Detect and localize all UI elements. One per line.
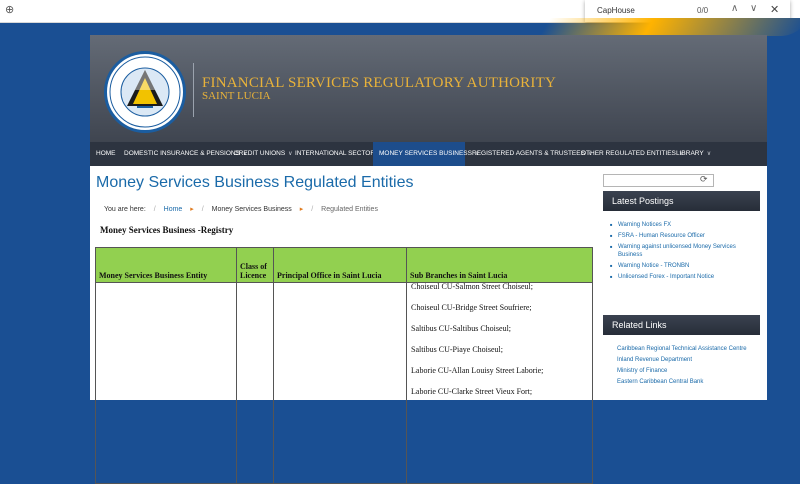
- col-licence-class: Class of Licence: [236, 247, 274, 283]
- breadcrumb-home[interactable]: Home: [164, 206, 183, 213]
- breadcrumb-section[interactable]: Money Services Business: [212, 206, 292, 213]
- branch-item: Laborie CU-Clarke Street Vieux Fort;: [411, 387, 533, 396]
- nav-home[interactable]: HOME: [90, 142, 116, 166]
- search-icon[interactable]: ⟳: [700, 174, 708, 185]
- org-subtitle: SAINT LUCIA: [202, 90, 271, 102]
- breadcrumb-arrow-icon: ▸: [299, 206, 304, 213]
- main-nav: HOME DOMESTIC INSURANCE & PENSIONS ∨ CRED…: [90, 142, 767, 166]
- col-entity: Money Services Business Entity: [95, 247, 237, 283]
- registry-table: Money Services Business Entity Class of …: [95, 247, 593, 484]
- nav-library[interactable]: LIBRARY ∨: [670, 142, 711, 166]
- cell-principal: [273, 282, 407, 484]
- col-principal-office: Principal Office in Saint Lucia: [273, 247, 407, 283]
- branch-item: Choiseul CU-Bridge Street Soufriere;: [411, 303, 532, 312]
- cell-branches: Choiseul CU-Salmon Street Choiseul; Choi…: [406, 282, 593, 484]
- nav-credit-unions[interactable]: CREDIT UNIONS ∨: [228, 142, 293, 166]
- nav-registered-agents[interactable]: REGISTERED AGENTS & TRUSTEES ∨: [466, 142, 592, 166]
- fsra-logo[interactable]: [104, 51, 186, 133]
- related-link[interactable]: Inland Revenue Department: [617, 356, 760, 364]
- branch-item: Laborie CU-Allan Louisy Street Laborie;: [411, 366, 544, 375]
- breadcrumb-current: Regulated Entities: [321, 206, 378, 213]
- globe-icon[interactable]: ⊕: [5, 4, 17, 16]
- decorative-swoosh: [539, 18, 800, 36]
- chevron-down-icon: ∨: [706, 151, 712, 157]
- close-icon[interactable]: ✕: [770, 3, 779, 16]
- branch-item: Choiseul CU-Salmon Street Choiseul;: [411, 282, 533, 291]
- col-sub-branches: Sub Branches in Saint Lucia: [406, 247, 593, 283]
- posting-link[interactable]: Warning against unlicensed Money Service…: [610, 243, 760, 259]
- posting-link[interactable]: Warning Notices FX: [610, 221, 760, 229]
- related-link[interactable]: Caribbean Regional Technical Assistance …: [617, 345, 760, 353]
- page-title: Money Services Business Regulated Entiti…: [96, 174, 414, 191]
- table-header-row: Money Services Business Entity Class of …: [95, 247, 593, 283]
- header-divider: [193, 63, 194, 117]
- logo-seal-icon: [109, 56, 181, 128]
- chevron-up-icon[interactable]: ∧: [731, 3, 738, 14]
- breadcrumb-prefix: You are here:: [104, 206, 146, 213]
- posting-link[interactable]: FSRA - Human Resource Officer: [610, 232, 760, 240]
- breadcrumb: You are here: / Home ▸ / Money Services …: [104, 205, 384, 213]
- related-links-list: Caribbean Regional Technical Assistance …: [617, 345, 760, 389]
- breadcrumb-separator: /: [201, 206, 204, 213]
- posting-link[interactable]: Warning Notice - TRONBN: [610, 262, 760, 270]
- cell-licence: [236, 282, 274, 484]
- breadcrumb-arrow-icon: ▸: [190, 206, 194, 213]
- cell-entity: [95, 282, 237, 484]
- related-link[interactable]: Eastern Caribbean Central Bank: [617, 378, 760, 386]
- nav-money-services[interactable]: MONEY SERVICES BUSINESS ∨: [373, 142, 479, 166]
- search-input[interactable]: [603, 174, 714, 187]
- registry-title: Money Services Business -Registry: [100, 225, 234, 235]
- related-links-header: Related Links: [603, 315, 760, 335]
- site-container: FINANCIAL SERVICES REGULATORY AUTHORITY …: [90, 35, 767, 484]
- find-input[interactable]: CapHouse: [597, 6, 635, 15]
- related-link[interactable]: Ministry of Finance: [617, 367, 760, 375]
- table-row: Choiseul CU-Salmon Street Choiseul; Choi…: [95, 282, 593, 484]
- chevron-down-icon[interactable]: ∨: [750, 3, 757, 14]
- breadcrumb-separator: /: [311, 206, 314, 213]
- breadcrumb-separator: /: [153, 206, 156, 213]
- latest-postings-header: Latest Postings: [603, 191, 760, 211]
- find-count: 0/0: [697, 6, 709, 15]
- posting-link[interactable]: Unlicensed Forex - Important Notice: [610, 273, 760, 281]
- site-header: FINANCIAL SERVICES REGULATORY AUTHORITY …: [90, 35, 767, 142]
- latest-postings-list: Warning Notices FX FSRA - Human Resource…: [610, 221, 760, 284]
- branch-item: Saltibus CU-Piaye Choiseul;: [411, 345, 503, 354]
- branch-item: Saltibus CU-Saltibus Choiseul;: [411, 324, 512, 333]
- nav-international-sector[interactable]: INTERNATIONAL SECTOR∨: [289, 142, 382, 166]
- nav-other-entities[interactable]: OTHER REGULATED ENTITIES ∨: [575, 142, 683, 166]
